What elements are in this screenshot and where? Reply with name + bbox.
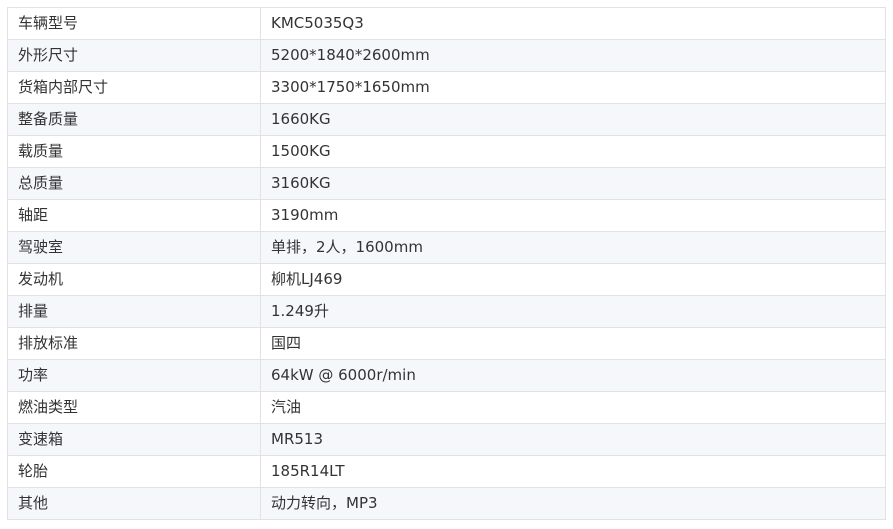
spec-value: 64kW @ 6000r/min: [260, 359, 886, 392]
spec-label: 总质量: [7, 167, 261, 200]
table-row: 驾驶室 单排，2人，1600mm: [7, 231, 886, 264]
spec-label: 外形尺寸: [7, 39, 261, 72]
table-row: 其他 动力转向，MP3: [7, 487, 886, 520]
table-row: 功率 64kW @ 6000r/min: [7, 359, 886, 392]
spec-value: MR513: [260, 423, 886, 456]
spec-label: 发动机: [7, 263, 261, 296]
spec-value: 汽油: [260, 391, 886, 424]
spec-label: 驾驶室: [7, 231, 261, 264]
table-row: 变速箱 MR513: [7, 423, 886, 456]
table-row: 外形尺寸 5200*1840*2600mm: [7, 39, 886, 72]
table-row: 轮胎 185R14LT: [7, 455, 886, 488]
spec-value: 3190mm: [260, 199, 886, 232]
table-row: 发动机 柳机LJ469: [7, 263, 886, 296]
spec-label: 车辆型号: [7, 7, 261, 40]
table-row: 车辆型号 KMC5035Q3: [7, 7, 886, 40]
spec-value: 5200*1840*2600mm: [260, 39, 886, 72]
spec-value: 185R14LT: [260, 455, 886, 488]
table-row: 货箱内部尺寸 3300*1750*1650mm: [7, 71, 886, 104]
spec-label: 排量: [7, 295, 261, 328]
spec-value: 1.249升: [260, 295, 886, 328]
spec-value: 柳机LJ469: [260, 263, 886, 296]
spec-label: 排放标准: [7, 327, 261, 360]
spec-label: 其他: [7, 487, 261, 520]
table-row: 载质量 1500KG: [7, 135, 886, 168]
table-row: 整备质量 1660KG: [7, 103, 886, 136]
spec-label: 变速箱: [7, 423, 261, 456]
table-row: 排放标准 国四: [7, 327, 886, 360]
spec-value: 3160KG: [260, 167, 886, 200]
spec-label: 货箱内部尺寸: [7, 71, 261, 104]
spec-label: 载质量: [7, 135, 261, 168]
spec-label: 整备质量: [7, 103, 261, 136]
spec-label: 燃油类型: [7, 391, 261, 424]
spec-value: 动力转向，MP3: [260, 487, 886, 520]
spec-value: 1660KG: [260, 103, 886, 136]
spec-value: 单排，2人，1600mm: [260, 231, 886, 264]
spec-label: 轮胎: [7, 455, 261, 488]
spec-label: 轴距: [7, 199, 261, 232]
spec-value: 国四: [260, 327, 886, 360]
spec-value: 3300*1750*1650mm: [260, 71, 886, 104]
table-row: 总质量 3160KG: [7, 167, 886, 200]
vehicle-spec-table: 车辆型号 KMC5035Q3 外形尺寸 5200*1840*2600mm 货箱内…: [7, 7, 886, 520]
table-row: 轴距 3190mm: [7, 199, 886, 232]
spec-label: 功率: [7, 359, 261, 392]
spec-value: 1500KG: [260, 135, 886, 168]
spec-value: KMC5035Q3: [260, 7, 886, 40]
table-row: 排量 1.249升: [7, 295, 886, 328]
table-row: 燃油类型 汽油: [7, 391, 886, 424]
